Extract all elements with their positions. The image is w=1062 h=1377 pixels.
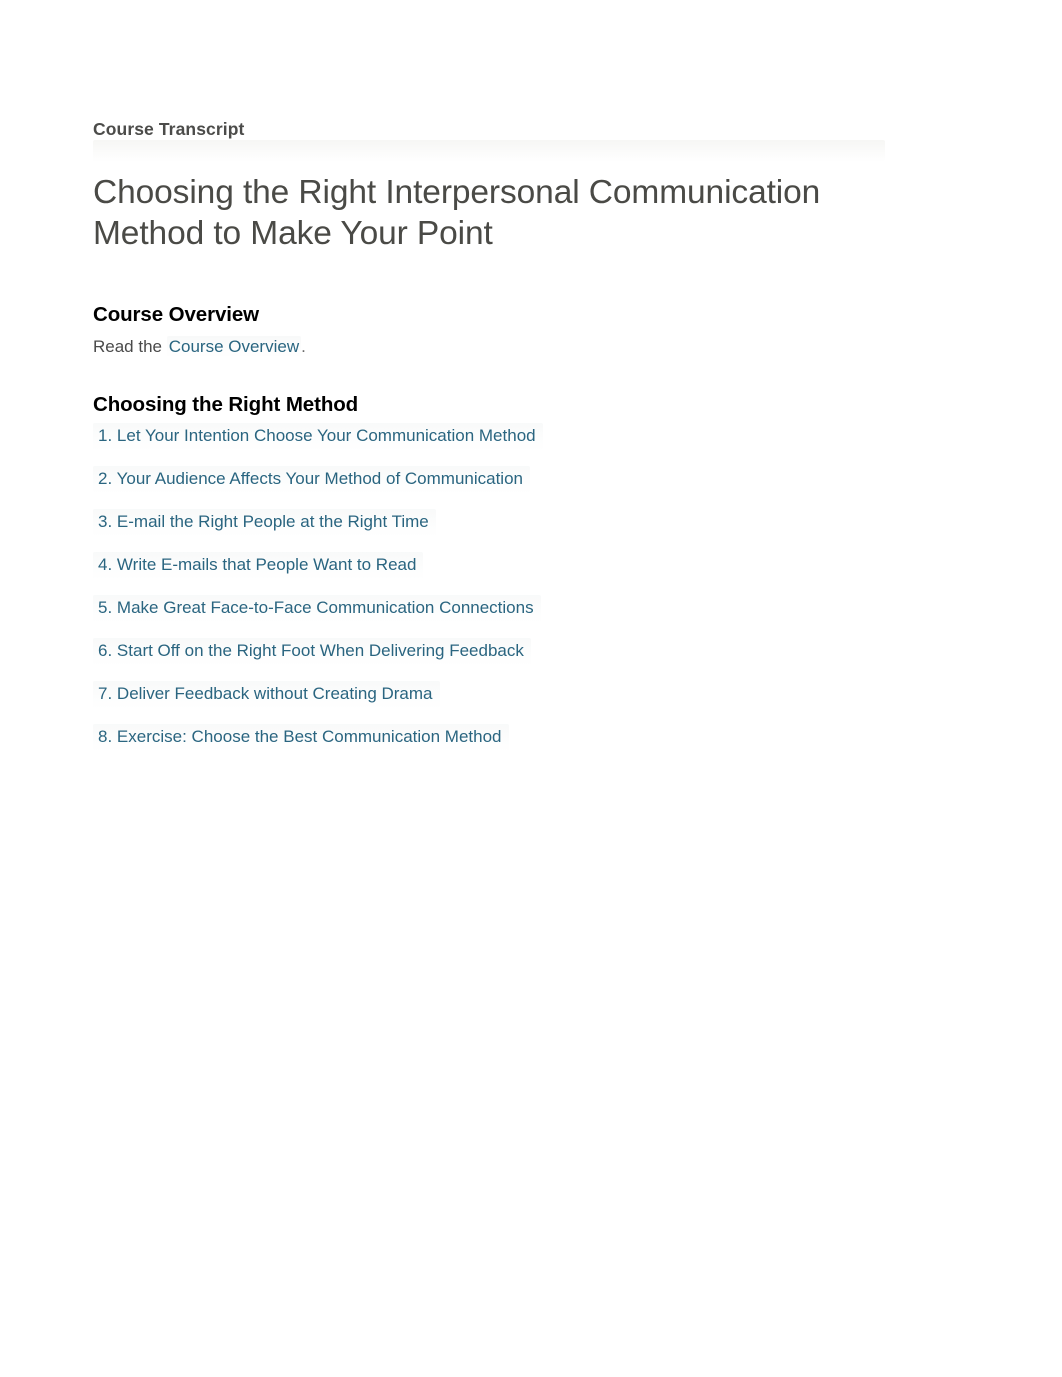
topic-label-3: E-mail the Right People at the Right Tim…	[116, 512, 429, 531]
overview-trailing-period: .	[301, 337, 306, 356]
topic-link-2[interactable]: 2. Your Audience Affects Your Method of …	[93, 466, 530, 494]
course-overview-line: Read the Course Overview.	[93, 335, 306, 358]
list-item: 5. Make Great Face-to-Face Communication…	[93, 595, 543, 638]
list-item: 7. Deliver Feedback without Creating Dra…	[93, 681, 543, 724]
topic-number-6: 6.	[98, 641, 113, 660]
topic-label-6: Start Off on the Right Foot When Deliver…	[116, 641, 524, 660]
transcript-page: Course Transcript Choosing the Right Int…	[0, 0, 1062, 1377]
topic-label-8: Exercise: Choose the Best Communication …	[116, 727, 502, 746]
list-item: 6. Start Off on the Right Foot When Deli…	[93, 638, 543, 681]
list-item: 4. Write E-mails that People Want to Rea…	[93, 552, 543, 595]
topic-link-6[interactable]: 6. Start Off on the Right Foot When Deli…	[93, 638, 531, 666]
topic-label-5: Make Great Face-to-Face Communication Co…	[116, 598, 534, 617]
read-the-label: Read the	[93, 337, 162, 356]
topic-link-5[interactable]: 5. Make Great Face-to-Face Communication…	[93, 595, 541, 623]
topic-label-4: Write E-mails that People Want to Read	[116, 555, 417, 574]
list-item: 3. E-mail the Right People at the Right …	[93, 509, 543, 552]
list-item: 8. Exercise: Choose the Best Communicati…	[93, 724, 543, 767]
page-title: Choosing the Right Interpersonal Communi…	[93, 174, 821, 252]
topic-link-3[interactable]: 3. E-mail the Right People at the Right …	[93, 509, 436, 537]
topic-number-4: 4.	[98, 555, 113, 574]
method-topic-list: 1. Let Your Intention Choose Your Commun…	[93, 423, 543, 767]
topic-label-7: Deliver Feedback without Creating Drama	[116, 684, 433, 703]
topic-number-5: 5.	[98, 598, 113, 617]
section-heading-course-overview: Course Overview	[93, 303, 259, 326]
topic-number-7: 7.	[98, 684, 113, 703]
topic-number-3: 3.	[98, 512, 113, 531]
list-item: 1. Let Your Intention Choose Your Commun…	[93, 423, 543, 466]
topic-link-8[interactable]: 8. Exercise: Choose the Best Communicati…	[93, 724, 509, 752]
section-heading-choosing-the-right-method: Choosing the Right Method	[93, 393, 359, 416]
topic-label-1: Let Your Intention Choose Your Communica…	[116, 426, 536, 445]
topic-number-2: 2.	[98, 469, 113, 488]
topic-number-8: 8.	[98, 727, 113, 746]
topic-link-7[interactable]: 7. Deliver Feedback without Creating Dra…	[93, 681, 440, 709]
course-overview-link[interactable]: Course Overview	[166, 336, 302, 358]
course-transcript-label: Course Transcript	[93, 119, 245, 139]
list-item: 2. Your Audience Affects Your Method of …	[93, 466, 543, 509]
topic-link-1[interactable]: 1. Let Your Intention Choose Your Commun…	[93, 423, 543, 451]
topic-link-4[interactable]: 4. Write E-mails that People Want to Rea…	[93, 552, 424, 580]
topic-number-1: 1.	[98, 426, 113, 445]
topic-label-2: Your Audience Affects Your Method of Com…	[116, 469, 523, 488]
header-highlight-band	[93, 140, 885, 162]
